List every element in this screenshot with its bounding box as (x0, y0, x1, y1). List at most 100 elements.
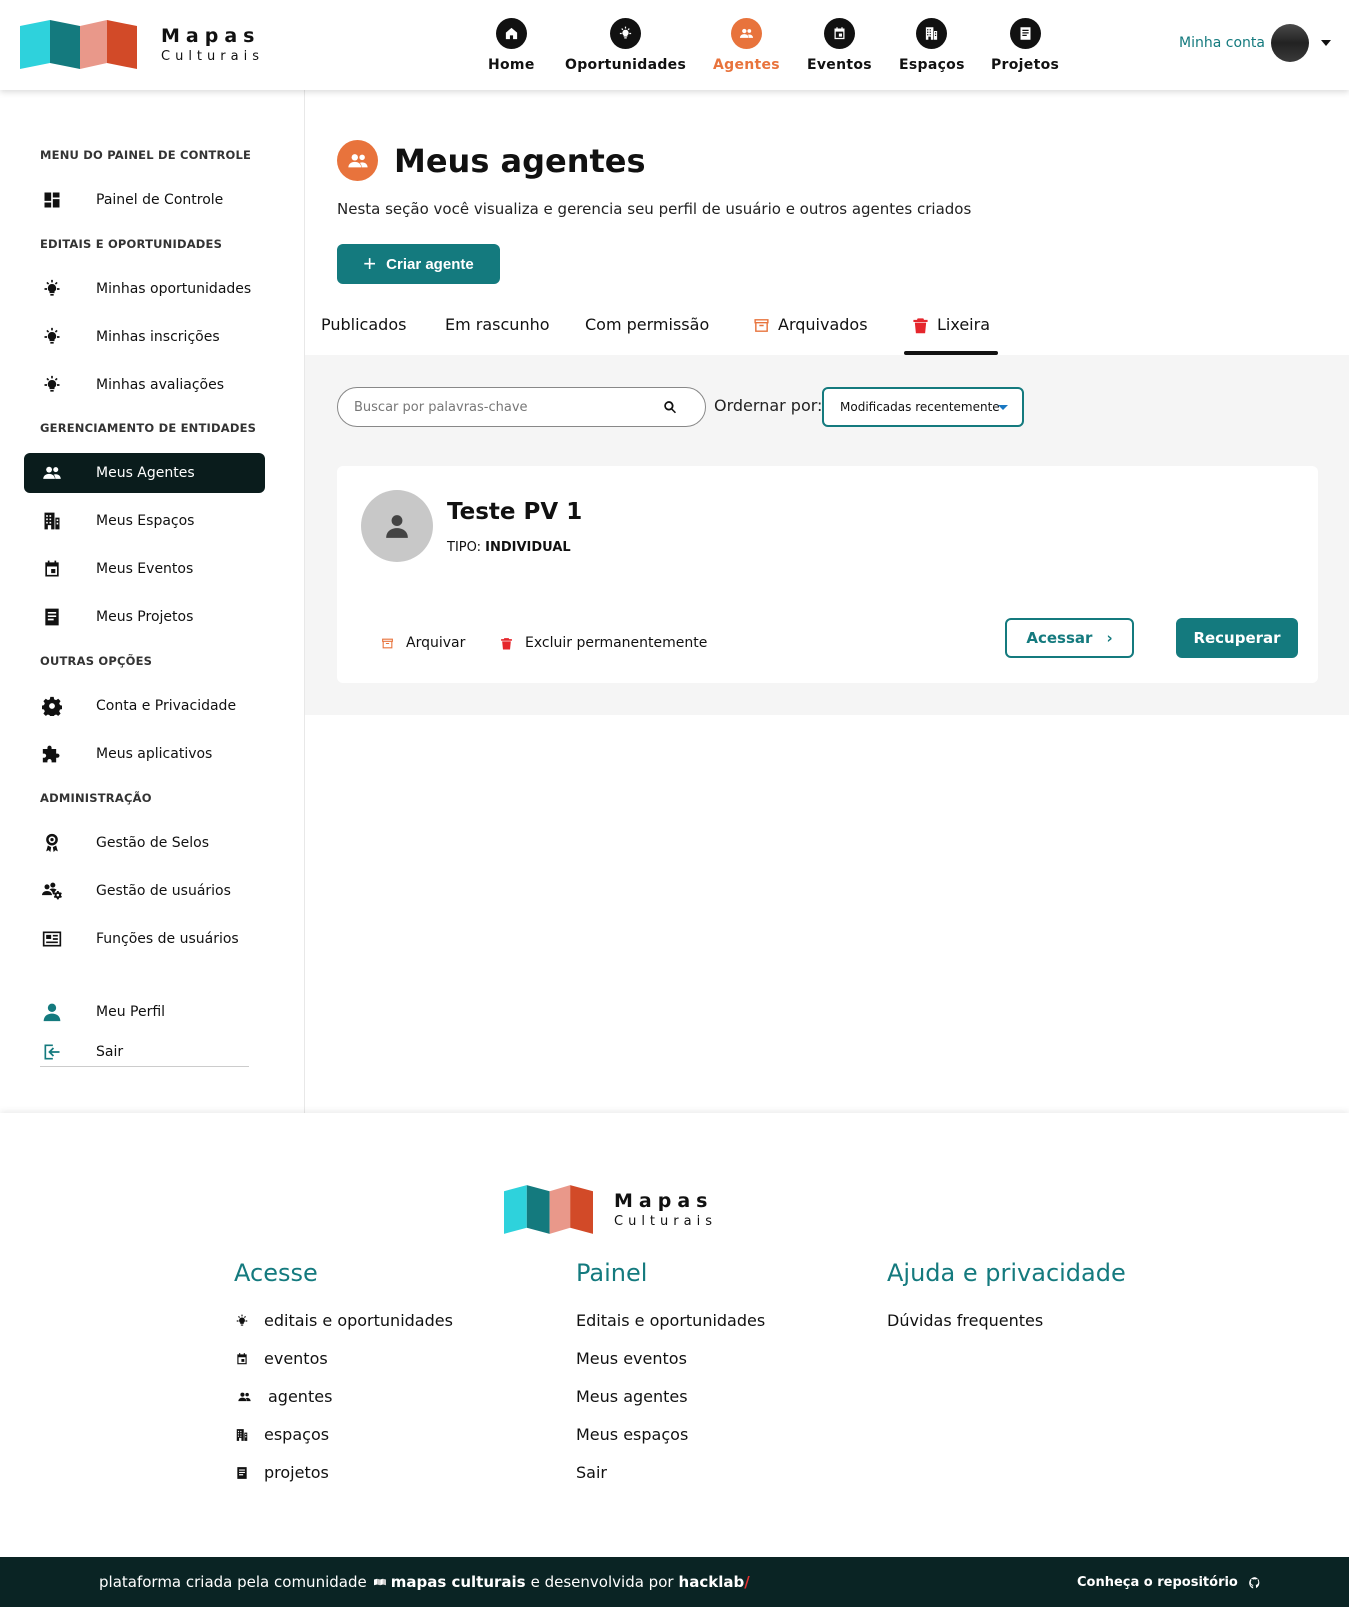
document-icon (235, 1466, 249, 1480)
calendar-icon (823, 18, 855, 49)
calendar-icon (235, 1352, 249, 1366)
recover-button[interactable]: Recuperar (1176, 618, 1298, 658)
search-icon[interactable] (663, 400, 677, 414)
sidebar-item-usuarios[interactable]: Gestão de usuários (24, 871, 265, 911)
bulb-icon (40, 327, 64, 347)
search-input[interactable] (354, 399, 654, 415)
sidebar-item-label: Funções de usuários (96, 931, 239, 947)
footer-link[interactable]: Meus agentes (576, 1387, 688, 1406)
nav-home[interactable]: Home (488, 18, 535, 73)
recover-label: Recuperar (1193, 629, 1281, 647)
sidebar-item-perfil[interactable]: Meu Perfil (24, 992, 265, 1032)
chevron-down-icon (1321, 40, 1331, 46)
sidebar-item-label: Meus Projetos (96, 609, 194, 625)
footer-link[interactable]: Dúvidas frequentes (887, 1311, 1043, 1330)
home-icon (495, 18, 527, 49)
sidebar-item-projetos[interactable]: Meus Projetos (24, 597, 265, 637)
sidebar-item-selos[interactable]: Gestão de Selos (24, 823, 265, 863)
agent-type: TIPO: INDIVIDUAL (447, 540, 571, 555)
sidebar-item-label: Conta e Privacidade (96, 698, 237, 714)
delete-permanently-button[interactable]: Excluir permanentemente (500, 635, 707, 651)
document-icon (1009, 18, 1041, 49)
order-label: Ordernar por: (714, 396, 823, 415)
users-cog-icon (40, 881, 64, 901)
nav-agentes[interactable]: Agentes (713, 18, 780, 73)
tab-permissao[interactable]: Com permissão (585, 315, 709, 355)
building-icon (916, 18, 948, 49)
sidebar-item-aplicativos[interactable]: Meus aplicativos (24, 734, 265, 774)
plus-icon: + (363, 251, 377, 276)
sidebar-group-title: GERENCIAMENTO DE ENTIDADES (40, 421, 257, 435)
footer-link[interactable]: projetos (235, 1463, 329, 1482)
credits-text-2: e desenvolvida por (530, 1573, 674, 1591)
footer-link-label: espaços (264, 1425, 330, 1444)
footer-link[interactable]: agentes (235, 1387, 332, 1406)
sidebar-item-label: Minhas inscrições (96, 329, 220, 345)
footer-link[interactable]: editais e oportunidades (235, 1311, 453, 1330)
bulb-icon (40, 279, 64, 299)
brand-logo-mark (504, 1185, 593, 1234)
logout-icon (40, 1042, 64, 1062)
footer-link[interactable]: eventos (235, 1349, 328, 1368)
create-agent-button[interactable]: + Criar agente (337, 244, 500, 284)
footer-link[interactable]: Meus espaços (576, 1425, 688, 1444)
repository-label: Conheça o repositório (1077, 1575, 1238, 1590)
tab-lixeira[interactable]: Lixeira (903, 315, 999, 355)
archive-icon (381, 637, 394, 650)
sidebar-item-oportunidades[interactable]: Minhas oportunidades (24, 269, 265, 309)
sidebar-item-funcoes[interactable]: Funções de usuários (24, 919, 265, 959)
brand-name-line1: Mapas (161, 24, 261, 47)
bulb-icon (40, 375, 64, 395)
footer-link-label: projetos (264, 1463, 329, 1482)
tab-bar: Publicados Em rascunho Com permissão Arq… (305, 315, 1349, 355)
agent-name[interactable]: Teste PV 1 (447, 499, 582, 525)
brand-logo-mark (20, 20, 137, 69)
search-box (337, 387, 706, 427)
sidebar-item-label: Gestão de usuários (96, 883, 231, 899)
tab-rascunho[interactable]: Em rascunho (445, 315, 550, 355)
footer-link[interactable]: espaços (235, 1425, 329, 1444)
tab-arquivados[interactable]: Arquivados (753, 315, 868, 355)
sidebar-item-sair[interactable]: Sair (24, 1032, 265, 1072)
nav-projetos[interactable]: Projetos (991, 18, 1059, 73)
sidebar-group-title: ADMINISTRAÇÃO (40, 791, 152, 805)
calendar-icon (40, 559, 64, 579)
brand-logo[interactable]: Mapas Culturais (20, 20, 264, 69)
order-select[interactable]: Modificadas recentemente (822, 387, 1024, 427)
tab-publicados[interactable]: Publicados (321, 315, 406, 355)
access-button[interactable]: Acessar › (1005, 618, 1134, 658)
sidebar-item-conta[interactable]: Conta e Privacidade (24, 686, 265, 726)
nav-eventos[interactable]: Eventos (807, 18, 872, 73)
seal-icon (40, 833, 64, 853)
footer-col-title: Acesse (234, 1259, 318, 1287)
archive-button[interactable]: Arquivar (381, 635, 465, 651)
agent-type-value: INDIVIDUAL (485, 540, 571, 555)
nav-label: Espaços (899, 57, 965, 73)
footer-link-label: eventos (264, 1349, 328, 1368)
access-label: Acessar (1026, 629, 1093, 647)
footer-logo[interactable]: Mapas Culturais (504, 1185, 717, 1234)
sidebar-item-label: Minhas avaliações (96, 377, 225, 393)
footer-link-label: agentes (268, 1387, 333, 1406)
repository-link[interactable]: Conheça o repositório (1077, 1575, 1262, 1590)
sidebar-item-eventos[interactable]: Meus Eventos (24, 549, 265, 589)
account-menu[interactable]: Minha conta (1179, 24, 1331, 62)
document-icon (40, 607, 64, 627)
sidebar-item-label: Meus Agentes (96, 465, 195, 481)
nav-oportunidades[interactable]: Oportunidades (565, 18, 686, 73)
credits-brand-link[interactable]: mapas culturais (391, 1573, 526, 1591)
nav-label: Eventos (807, 57, 872, 73)
gear-icon (40, 696, 64, 716)
credits-dev-link[interactable]: hacklab (679, 1573, 745, 1591)
sidebar-item-agentes[interactable]: Meus Agentes (24, 453, 265, 493)
bulb-icon (610, 18, 642, 49)
sidebar-item-inscricoes[interactable]: Minhas inscrições (24, 317, 265, 357)
sidebar-item-painel[interactable]: Painel de Controle (24, 180, 265, 220)
footer-link[interactable]: Meus eventos (576, 1349, 687, 1368)
footer-link[interactable]: Sair (576, 1463, 607, 1482)
sidebar-item-avaliacoes[interactable]: Minhas avaliações (24, 365, 265, 405)
nav-espacos[interactable]: Espaços (899, 18, 965, 73)
sidebar-item-label: Meus aplicativos (96, 746, 213, 762)
sidebar-item-espacos[interactable]: Meus Espaços (24, 501, 265, 541)
footer-link[interactable]: Editais e oportunidades (576, 1311, 765, 1330)
